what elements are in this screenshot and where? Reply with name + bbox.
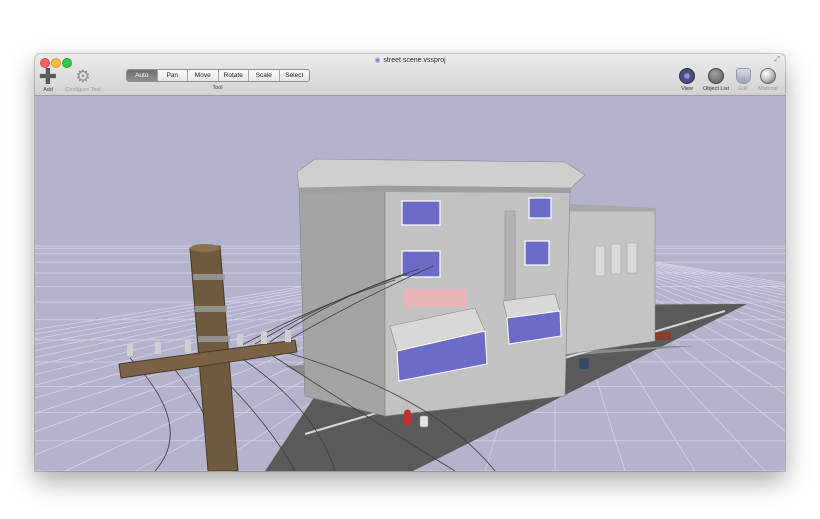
3d-viewport[interactable] bbox=[35, 96, 785, 471]
tool-segmented-control: Auto Pan Move Rotate Scale Select bbox=[126, 69, 310, 82]
tool-pan[interactable]: Pan bbox=[158, 70, 188, 81]
app-window: ◉ street scene.vssproj ⤢ ✚ Add ⚙ Configur… bbox=[35, 54, 785, 471]
building-pilaster bbox=[504, 210, 516, 302]
building-window bbox=[401, 200, 441, 226]
tool-scale[interactable]: Scale bbox=[249, 70, 280, 81]
building-roof bbox=[296, 158, 586, 189]
edit-button[interactable]: Edit bbox=[735, 68, 751, 92]
mailbox bbox=[579, 358, 589, 369]
fire-hydrant bbox=[404, 409, 411, 425]
small-building-front bbox=[554, 210, 656, 357]
view-button[interactable]: View bbox=[679, 68, 695, 92]
object-list-button[interactable]: Object List bbox=[699, 68, 733, 92]
building-window bbox=[528, 197, 552, 219]
tool-caption: Tool bbox=[212, 85, 223, 91]
small-building-window bbox=[626, 242, 638, 274]
building-window bbox=[524, 240, 550, 266]
tool-auto[interactable]: Auto bbox=[127, 70, 158, 81]
small-building-window bbox=[594, 245, 606, 277]
small-building-window bbox=[610, 243, 622, 275]
add-label: Add bbox=[43, 87, 53, 93]
tool-select[interactable]: Select bbox=[280, 70, 310, 81]
fullscreen-icon[interactable]: ⤢ bbox=[774, 56, 780, 64]
material-button[interactable]: Material bbox=[755, 68, 781, 92]
window-title-text: street scene.vssproj bbox=[383, 57, 446, 64]
bench-object bbox=[655, 332, 671, 340]
material-label: Material bbox=[758, 86, 778, 92]
object-list-label: Object List bbox=[703, 86, 729, 92]
building-sign-panel bbox=[404, 289, 466, 307]
configure-tool-label: Configure Tool bbox=[65, 87, 101, 93]
scene-canvas[interactable] bbox=[35, 96, 785, 471]
material-icon bbox=[760, 68, 776, 84]
trash-can bbox=[419, 415, 429, 428]
edit-label: Edit bbox=[738, 86, 748, 92]
document-icon: ◉ bbox=[374, 57, 381, 64]
configure-tool-button[interactable]: ⚙ Configure Tool bbox=[61, 66, 105, 93]
object-list-icon bbox=[708, 68, 724, 84]
window-title: ◉ street scene.vssproj bbox=[35, 56, 785, 64]
tool-move[interactable]: Move bbox=[188, 70, 219, 81]
edit-icon bbox=[735, 68, 751, 84]
view-icon bbox=[679, 68, 695, 84]
tool-rotate[interactable]: Rotate bbox=[219, 70, 249, 81]
gear-icon: ⚙ bbox=[75, 67, 91, 86]
toolbar: ◉ street scene.vssproj ⤢ ✚ Add ⚙ Configur… bbox=[35, 54, 785, 96]
view-label: View bbox=[681, 86, 693, 92]
